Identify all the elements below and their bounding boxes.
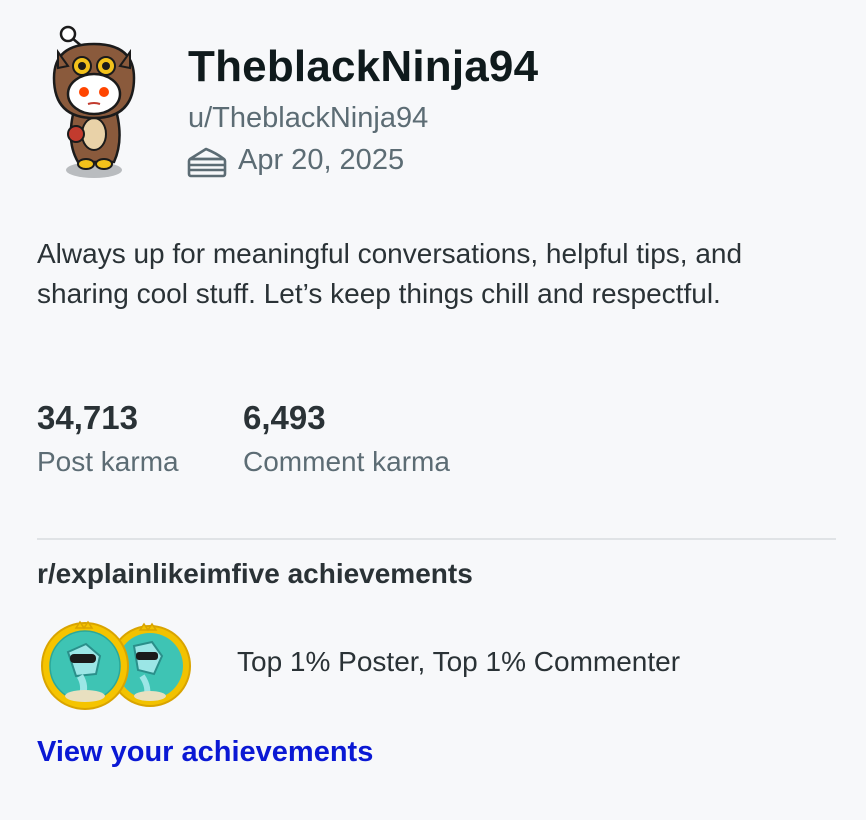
comment-karma-label: Comment karma — [243, 446, 450, 477]
cake-day-date: Apr 20, 2025 — [238, 143, 405, 176]
cake-icon — [187, 147, 227, 178]
post-karma-label: Post karma — [37, 446, 179, 477]
divider — [37, 538, 836, 540]
profile-card: TheblackNinja94 u/TheblackNinja94 Apr 20… — [0, 0, 866, 820]
comment-karma: 6,493 Comment karma — [243, 398, 450, 478]
display-name: TheblackNinja94 — [188, 42, 539, 91]
view-achievements-link[interactable]: View your achievements — [37, 736, 373, 769]
post-karma-value: 34,713 — [37, 399, 138, 436]
avatar[interactable] — [44, 22, 144, 182]
achievement-badges[interactable] — [40, 616, 195, 716]
post-karma: 34,713 Post karma — [37, 398, 179, 478]
cake-day: Apr 20, 2025 — [186, 140, 404, 180]
profile-bio: Always up for meaningful conversations, … — [37, 238, 743, 309]
username: u/TheblackNinja94 — [188, 102, 429, 134]
comment-karma-value: 6,493 — [243, 399, 326, 436]
top-poster-badge-icon — [41, 620, 129, 710]
achievements-summary: Top 1% Poster, Top 1% Commenter — [237, 646, 681, 677]
achievements-title: r/explainlikeimfive achievements — [37, 558, 473, 589]
